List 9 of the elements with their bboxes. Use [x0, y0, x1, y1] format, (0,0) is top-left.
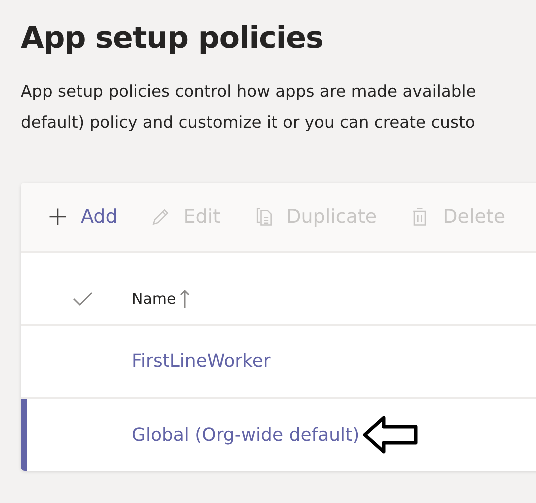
- check-icon[interactable]: [72, 290, 94, 306]
- description-text: App setup policies control how apps are made available: [21, 81, 478, 103]
- page-title: App setup policies: [21, 20, 324, 58]
- add-icon: [47, 206, 69, 228]
- column-header[interactable]: Name: [132, 288, 190, 308]
- description-text: default) policy and customize it or you can create custo: [21, 112, 476, 134]
- add-button[interactable]: Add: [47, 206, 118, 228]
- policy-name-link[interactable]: Global (Org-wide default): [132, 424, 360, 446]
- policy-name-link[interactable]: FirstLineWorker: [132, 351, 271, 372]
